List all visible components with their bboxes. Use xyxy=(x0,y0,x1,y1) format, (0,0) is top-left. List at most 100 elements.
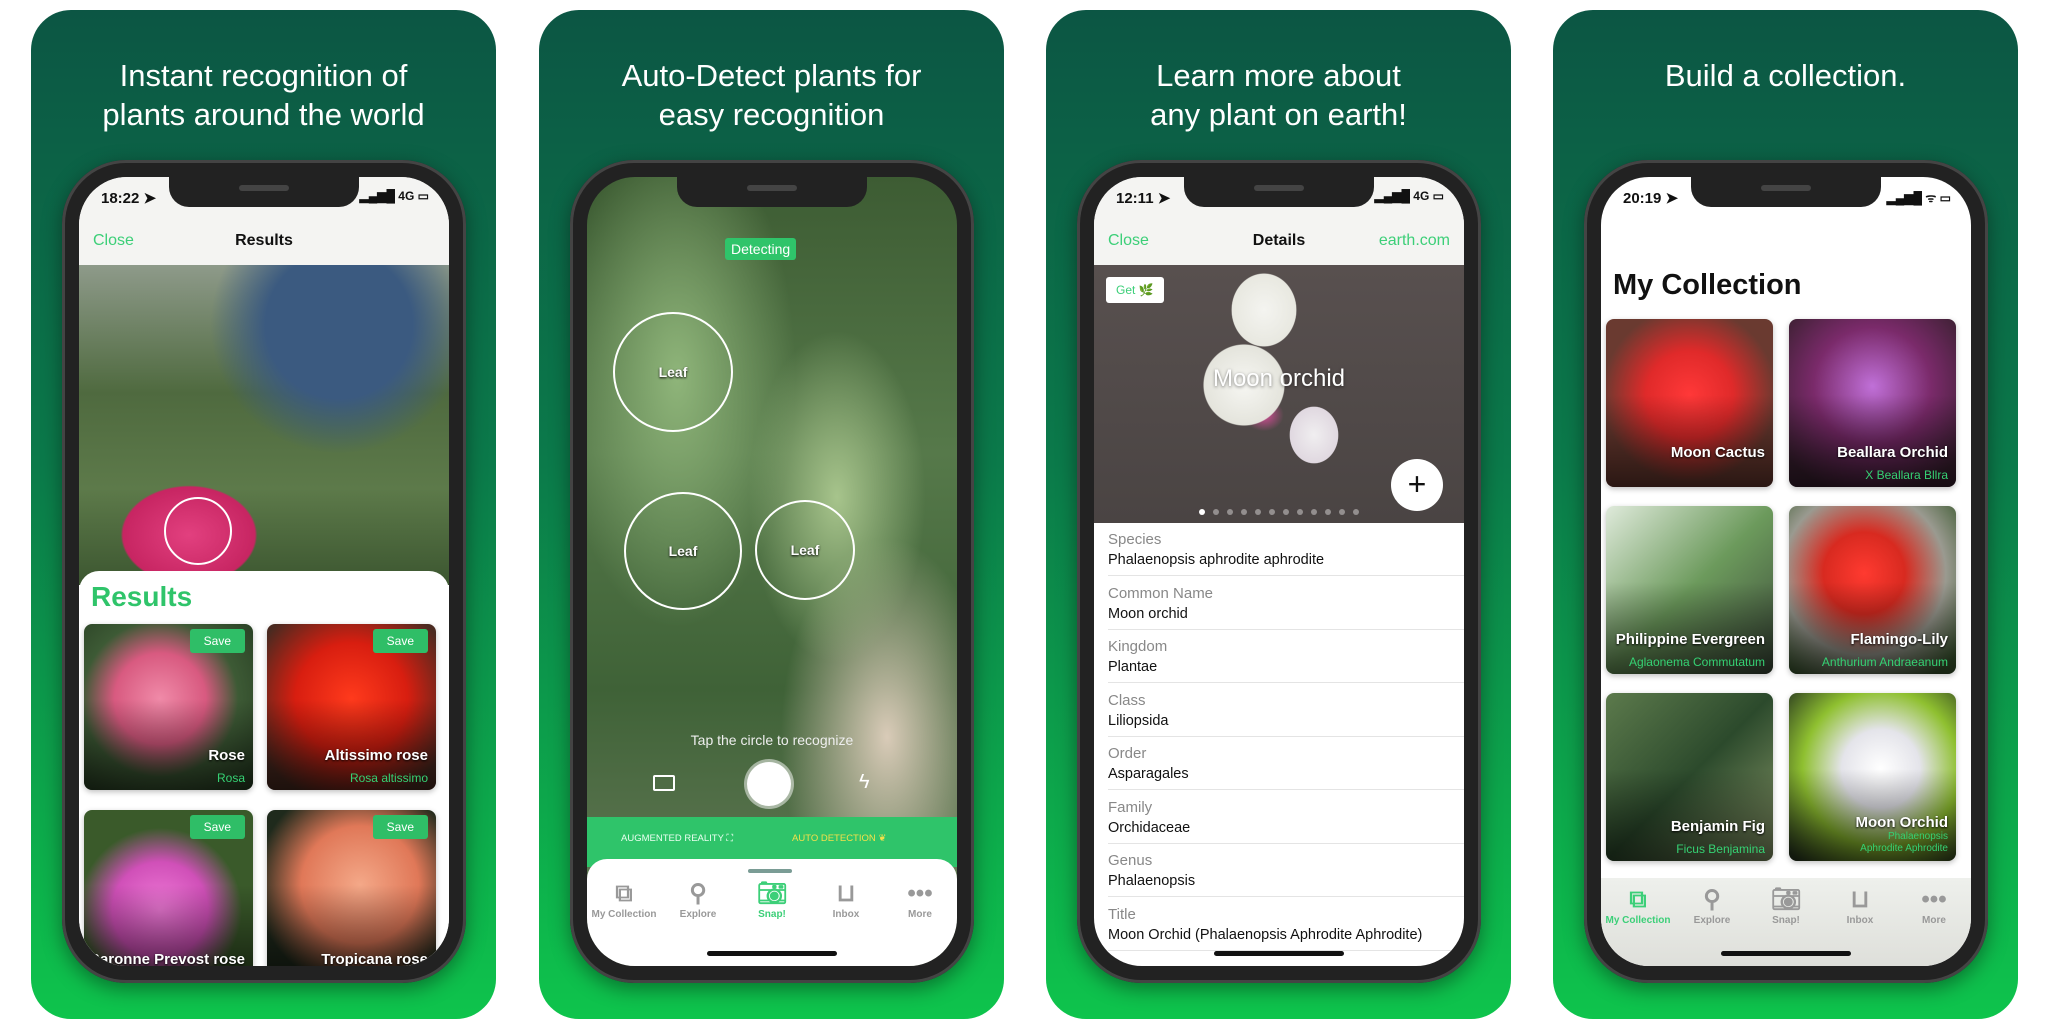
result-card[interactable]: Save Baronne Prevost rose xyxy=(84,810,253,966)
gallery-icon[interactable] xyxy=(653,775,675,791)
drag-handle[interactable] xyxy=(748,869,792,873)
scientific-name: Ficus Benjamina xyxy=(1676,842,1765,856)
collection-card[interactable]: Moon Cactus xyxy=(1606,319,1773,487)
detecting-badge: Detecting xyxy=(725,238,797,260)
tab-label: Explore xyxy=(1693,915,1731,926)
tab-inbox[interactable]: ⊔ Inbox xyxy=(811,879,881,920)
result-card[interactable]: Save Rose Rosa xyxy=(84,624,253,790)
carousel-dot[interactable] xyxy=(1339,509,1345,515)
tab-explore[interactable]: ⚲ Explore xyxy=(1677,885,1747,926)
scientific-name: Rosa altissimo xyxy=(349,771,428,785)
tab-label: Inbox xyxy=(832,909,860,920)
carousel-dots xyxy=(1094,502,1464,520)
shutter-button[interactable] xyxy=(747,762,791,806)
tab-more[interactable]: ••• More xyxy=(885,879,955,920)
detail-value: Plantae xyxy=(1108,659,1158,675)
plant-name: Tropicana rose xyxy=(321,951,428,966)
detail-label: Class xyxy=(1108,691,1146,709)
detail-label: Title xyxy=(1108,905,1136,923)
detail-value: Liliopsida xyxy=(1108,712,1169,729)
result-card[interactable]: Save Altissimo rose Rosa altissimo xyxy=(267,624,436,790)
headline: Learn more about any plant on earth! xyxy=(1150,58,1407,132)
signal-icon: ▂▄▆█ 4G ▭ xyxy=(1374,189,1444,203)
search-icon: ⚲ xyxy=(1703,886,1721,913)
carousel-dot[interactable] xyxy=(1199,509,1205,515)
home-indicator xyxy=(707,951,837,956)
plant-name: Moon orchid xyxy=(1212,365,1346,392)
detail-value: Phalaenopsis aphrodite aphrodite xyxy=(1108,552,1325,568)
save-button[interactable]: Save xyxy=(189,815,245,839)
phone-screen: Detecting Leaf Leaf Leaf Tap the circle … xyxy=(587,177,957,966)
camera-icon: 📷︎ xyxy=(1770,886,1802,913)
plant-name: Beallara Orchid xyxy=(1837,444,1948,461)
collection-card[interactable]: Benjamin Fig Ficus Benjamina xyxy=(1606,693,1773,861)
tab-label: Inbox xyxy=(1846,915,1874,926)
result-card[interactable]: Save Tropicana rose xyxy=(267,810,436,966)
carousel-dot[interactable] xyxy=(1353,509,1359,515)
camera-icon: 📷︎ xyxy=(756,880,788,907)
carousel-dot[interactable] xyxy=(1213,509,1219,515)
carousel-dot[interactable] xyxy=(1283,509,1289,515)
detail-row: Class Liliopsida xyxy=(1108,684,1464,737)
nav-title: Results xyxy=(235,232,293,249)
status-time: 12:11 ➤ xyxy=(1116,190,1171,207)
plant-name: Flamingo-Lily xyxy=(1850,631,1949,648)
detail-value: Moon Orchid (Phalaenopsis Aphrodite Aphr… xyxy=(1108,926,1423,943)
tab-label: Snap! xyxy=(1772,915,1800,926)
detail-label: Species xyxy=(1108,531,1162,548)
collection-icon: ⧉ xyxy=(1629,886,1647,913)
get-button[interactable]: Get 🌿 xyxy=(1106,277,1164,303)
notch xyxy=(1691,177,1881,207)
leaf-circle[interactable]: Leaf xyxy=(624,492,742,610)
phone-frame: 18:22 ➤ ▂▄▆█ 4G ▭ Close Results Results … xyxy=(62,160,466,983)
search-icon: ⚲ xyxy=(689,880,707,907)
carousel-dot[interactable] xyxy=(1227,509,1233,515)
more-icon: ••• xyxy=(907,880,933,907)
save-button[interactable]: Save xyxy=(189,629,245,653)
results-title: Results xyxy=(91,581,193,612)
detail-row: Title Moon Orchid (Phalaenopsis Aphrodite… xyxy=(1108,898,1464,951)
detail-value: Orchidaceae xyxy=(1108,819,1191,836)
plant-name: Philippine Evergreen xyxy=(1615,631,1765,648)
tab-bar: ⧉ My Collection ⚲ Explore 📷︎ Snap! ⊔ Inbox ••• Mo… xyxy=(587,879,957,920)
tab-snap[interactable]: 📷︎ Snap! xyxy=(1751,885,1821,926)
collection-card[interactable]: Flamingo-Lily Anthurium Andraeanum xyxy=(1789,506,1956,674)
tab-my-collection[interactable]: ⧉ My Collection xyxy=(1603,885,1673,926)
plant-photo[interactable]: Get 🌿 Moon orchid + xyxy=(1094,265,1464,523)
collection-card[interactable]: Beallara Orchid X Beallara Bllra xyxy=(1789,319,1956,487)
earth-link[interactable]: earth.com xyxy=(1379,232,1450,250)
tab-label: Explore xyxy=(679,909,717,920)
headline: Build a collection. xyxy=(1664,58,1907,93)
augmented-reality-toggle[interactable]: AUGMENTED REALITY ⛶ xyxy=(621,833,733,844)
tab-explore[interactable]: ⚲ Explore xyxy=(663,879,733,920)
leaf-circle[interactable]: Leaf xyxy=(755,500,855,600)
collection-card[interactable]: Philippine Evergreen Aglaonema Commutatum xyxy=(1606,506,1773,674)
flash-off-icon[interactable]: ϟ xyxy=(859,771,870,794)
carousel-dot[interactable] xyxy=(1297,509,1303,515)
plant-name: Baronne Prevost rose xyxy=(89,951,245,966)
phone-frame: 20:19 ➤ ▂▄▆█ ᯤ ▭ My Collection ⧉ My Colle… xyxy=(1584,160,1988,983)
save-button[interactable]: Save xyxy=(372,629,428,653)
phone-screen: 18:22 ➤ ▂▄▆█ 4G ▭ Close Results Results … xyxy=(79,177,449,966)
auto-detection-toggle[interactable]: AUTO DETECTION ❦ xyxy=(792,833,886,844)
carousel-dot[interactable] xyxy=(1269,509,1275,515)
carousel-dot[interactable] xyxy=(1255,509,1261,515)
carousel-dot[interactable] xyxy=(1311,509,1317,515)
tab-more[interactable]: ••• More xyxy=(1899,885,1969,926)
phone-frame: Detecting Leaf Leaf Leaf Tap the circle … xyxy=(570,160,974,983)
carousel-dot[interactable] xyxy=(1325,509,1331,515)
focus-circle[interactable] xyxy=(164,497,232,565)
save-button[interactable]: Save xyxy=(372,815,428,839)
carousel-dot[interactable] xyxy=(1241,509,1247,515)
leaf-circle[interactable]: Leaf xyxy=(613,312,733,432)
collection-card[interactable]: Moon Orchid Phalaenopsis Aphrodite Aphrod… xyxy=(1789,693,1956,861)
status-time: 20:19 ➤ xyxy=(1623,190,1679,207)
panel-collection: Build a collection. 20:19 ➤ ▂▄▆█ ᯤ ▭ My … xyxy=(1553,10,2018,1019)
hint-text: Tap the circle to recognize xyxy=(690,732,854,748)
home-indicator xyxy=(1721,951,1851,956)
tab-inbox[interactable]: ⊔ Inbox xyxy=(1825,885,1895,926)
home-indicator xyxy=(1214,951,1344,956)
tab-my-collection[interactable]: ⧉ My Collection xyxy=(589,879,659,920)
tab-snap[interactable]: 📷︎ Snap! xyxy=(737,879,807,920)
notch xyxy=(1184,177,1374,207)
